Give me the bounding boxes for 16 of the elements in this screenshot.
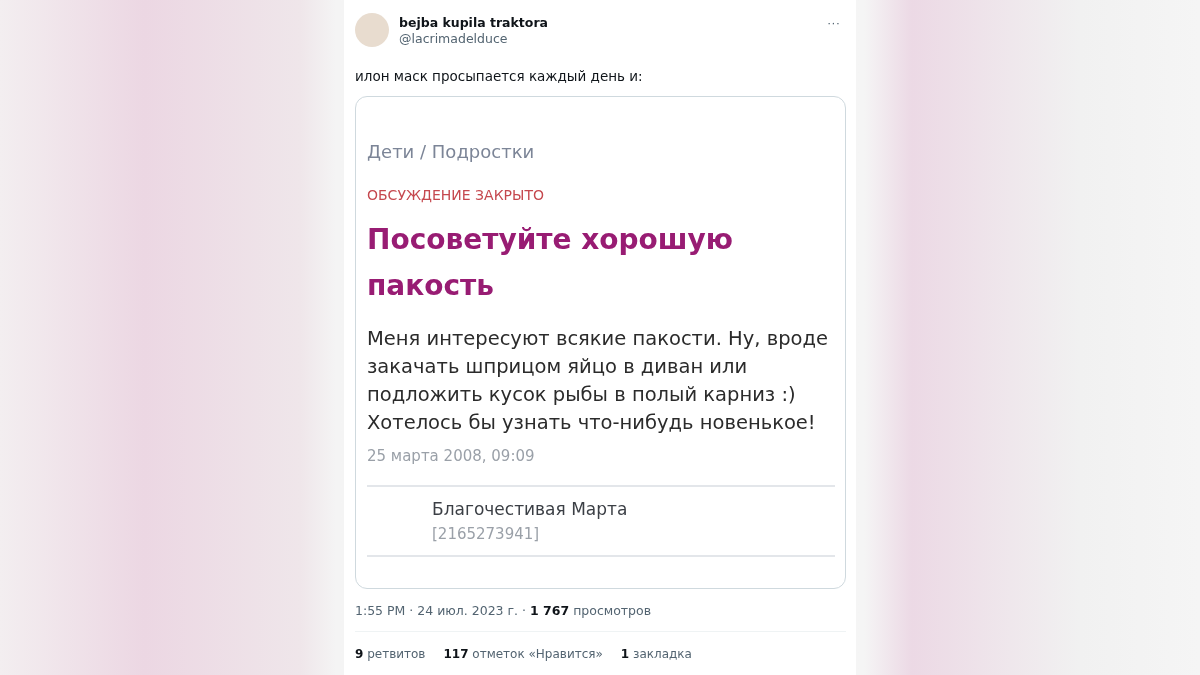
stat-count[interactable]: 1 закладка <box>620 647 692 661</box>
tweet-text: илон маск просыпается каждый день и: <box>355 68 644 84</box>
post-title: Посоветуйте хорошую пакость <box>367 222 735 304</box>
breadcrumb: Дети / Подростки <box>367 141 536 162</box>
status-label: ОБСУЖДЕНИЕ ЗАКРЫТО <box>367 187 545 203</box>
commenter-name: Благочестивая Марта <box>432 499 629 519</box>
author-handle[interactable]: @lacrimadelduce <box>399 30 811 46</box>
avatar[interactable] <box>355 13 389 47</box>
more-button[interactable]: ··· <box>821 15 846 30</box>
author-name[interactable]: bejba kupila traktora <box>399 14 811 30</box>
commenter-id: [2165273941] <box>432 525 541 543</box>
tweet-meta: 1:55 PM · 24 июл. 2023 г. · 1 767 просмотров <box>355 603 653 618</box>
stat-count[interactable]: 117 отметок «Нравится» <box>443 647 603 661</box>
post-body: Меня интересуют всякие пакости. Ну, вроде закачать шприцом яйцо в диван или подложить кусок рыбы в полый карниз :) Хотелось бы узнать что-нибудь новенькое! <box>367 326 829 436</box>
stat-count[interactable]: 9 ретвитов <box>355 647 426 661</box>
post-date: 25 марта 2008, 09:09 <box>367 447 536 465</box>
